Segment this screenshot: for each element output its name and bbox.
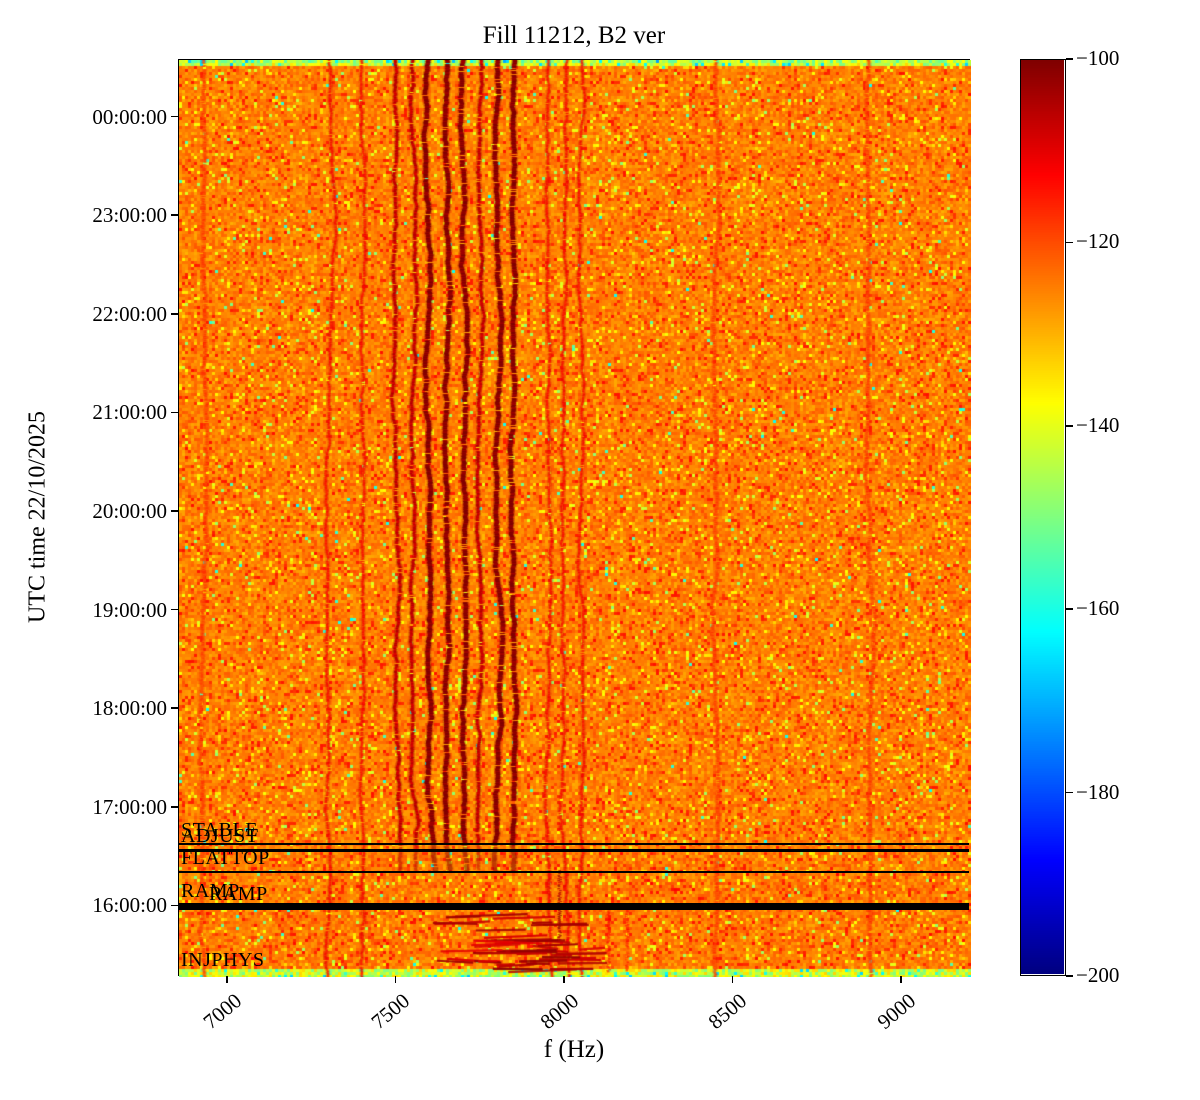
y-tick-mark [171,214,178,216]
beam-mode-line-ramp [179,906,969,910]
beam-mode-annotations: STABLE ADJUST FLATTOP RAMP RAMP INJPHYS [179,60,969,975]
colorbar-tick-label: −200 [1076,963,1120,987]
x-tick-label: 9000 [872,988,921,1034]
x-tick-mark [731,976,734,983]
y-tick-label: 17:00:00 [92,794,167,819]
colorbar-tick-label: −140 [1076,412,1120,437]
y-tick-mark [171,608,178,611]
x-tick-mark [563,976,565,983]
y-tick-label: 16:00:00 [92,893,167,918]
beam-mode-label-flattop: FLATTOP [181,846,270,869]
beam-mode-label-ramp: RAMP [209,882,268,905]
figure: Fill 11212, B2 ver UTC time 22/10/2025 S… [0,0,1200,1100]
x-axis-label: f (Hz) [543,1036,605,1063]
x-tick-label: 8000 [535,988,584,1034]
colorbar-tick-label: −160 [1076,596,1120,621]
y-tick-mark [171,805,178,808]
x-tick-mark [394,976,397,983]
x-tick-label: 7500 [366,988,415,1034]
beam-mode-label-injphys: INJPHYS [181,948,265,971]
y-tick-label: 19:00:00 [92,597,167,622]
y-tick-mark [171,904,178,907]
y-tick-label: 18:00:00 [92,696,167,721]
beam-mode-line-flattop [179,870,969,873]
y-tick-mark [171,510,178,512]
colorbar-tick-mark [1066,425,1073,427]
colorbar-tick-mark [1066,58,1073,60]
colorbar [1020,59,1066,976]
plot-area: STABLE ADJUST FLATTOP RAMP RAMP INJPHYS [178,59,971,977]
colorbar-canvas [1021,60,1064,974]
colorbar-tick-mark [1066,791,1073,794]
colorbar-tick-label: −100 [1076,46,1120,70]
y-tick-label: 21:00:00 [92,400,167,425]
y-tick-label: 00:00:00 [92,104,167,129]
x-tick-mark [226,976,228,983]
colorbar-tick-mark [1066,241,1073,244]
x-tick-mark [900,976,902,983]
y-tick-label: 22:00:00 [92,301,167,326]
x-tick-label: 8500 [703,988,752,1034]
y-tick-mark [171,707,178,709]
beam-mode-label-adjust: ADJUST [181,825,259,848]
y-tick-mark [171,411,178,414]
beam-mode-line-stable [179,842,969,846]
y-tick-mark [171,115,178,118]
chart-title: Fill 11212, B2 ver [482,22,666,49]
y-tick-mark [171,312,178,315]
y-tick-label: 23:00:00 [92,203,167,228]
colorbar-tick-mark [1066,608,1073,610]
y-tick-label: 20:00:00 [92,498,167,523]
colorbar-tick-label: −120 [1076,229,1120,254]
x-tick-label: 7000 [198,988,247,1034]
colorbar-tick-label: −180 [1076,779,1120,804]
beam-mode-line-adjust [179,849,969,852]
colorbar-tick-mark [1066,975,1073,977]
